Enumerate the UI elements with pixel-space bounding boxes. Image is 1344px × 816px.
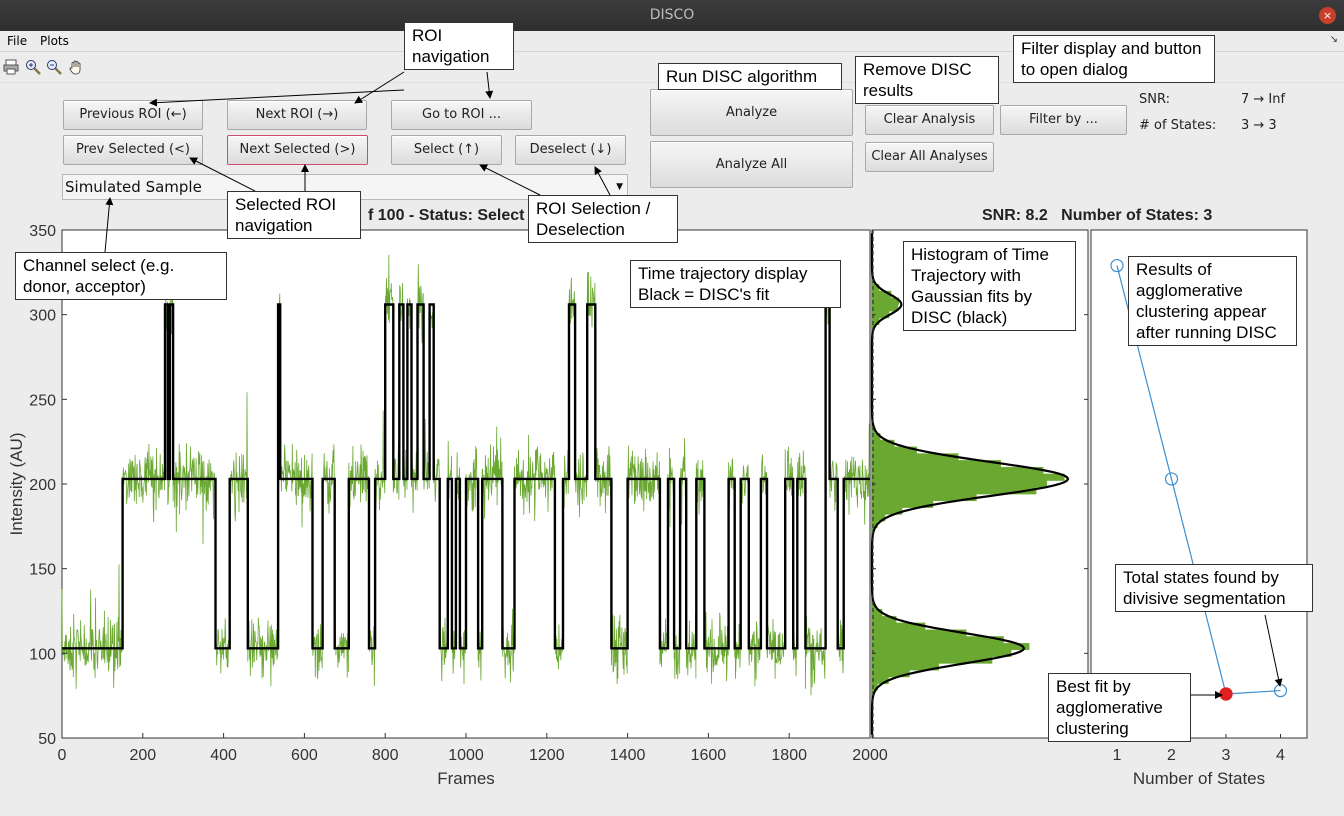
callout-histogram: Histogram of Time Trajectory with Gaussi… xyxy=(903,241,1076,331)
y-tick-label: 100 xyxy=(29,646,56,663)
histogram-bar xyxy=(871,649,1012,657)
callout-roi-navigation: ROI navigation xyxy=(404,22,514,70)
x-tick-label: 200 xyxy=(129,747,156,764)
callout-roi-selection: ROI Selection / Deselection xyxy=(528,195,678,243)
x-tick-label: 0 xyxy=(58,747,67,764)
histogram-bar xyxy=(871,473,1065,481)
x-tick-label: 1800 xyxy=(771,747,807,764)
x-tick-label: 1000 xyxy=(448,747,484,764)
states-x-tick-label: 2 xyxy=(1167,747,1176,764)
callout-best-fit: Best fit by agglomerative clustering xyxy=(1048,673,1191,742)
callout-divisive: Total states found by divisive segmentat… xyxy=(1115,564,1313,612)
states-x-tick-label: 1 xyxy=(1113,747,1122,764)
callout-arrow xyxy=(354,71,405,104)
histogram-bar xyxy=(871,480,1048,488)
states-x-tick-label: 4 xyxy=(1276,747,1285,764)
y-tick-label: 350 xyxy=(29,223,56,240)
histogram-bar xyxy=(871,304,899,312)
histogram-bar xyxy=(871,297,900,305)
callout-arrow xyxy=(594,166,611,196)
callout-arrow xyxy=(479,164,541,196)
callout-arrow xyxy=(485,71,494,99)
callout-channel-select: Channel select (e.g. donor, acceptor) xyxy=(15,252,227,300)
x-axis-label: Frames xyxy=(437,769,495,788)
callout-filter-display: Filter display and button to open dialog xyxy=(1013,35,1215,83)
y-tick-label: 50 xyxy=(38,731,56,748)
y-tick-label: 200 xyxy=(29,477,56,494)
x-tick-label: 1400 xyxy=(610,747,646,764)
x-tick-label: 1200 xyxy=(529,747,565,764)
x-tick-label: 2000 xyxy=(852,747,888,764)
histogram-bar xyxy=(871,643,1030,651)
callout-agglomerative: Results of agglomerative clustering appe… xyxy=(1128,256,1297,346)
x-tick-label: 1600 xyxy=(691,747,727,764)
histogram-bar xyxy=(871,466,1044,474)
x-tick-label: 400 xyxy=(210,747,237,764)
callout-remove-disc: Remove DISC results xyxy=(855,56,999,104)
y-tick-label: 300 xyxy=(29,308,56,325)
callout-arrow xyxy=(189,157,256,192)
callout-run-disc: Run DISC algorithm xyxy=(658,63,842,90)
states-x-tick-label: 3 xyxy=(1222,747,1231,764)
best-fit-marker xyxy=(1219,687,1233,701)
callout-selected-roi-navigation: Selected ROI navigation xyxy=(227,191,361,239)
states-x-axis-label: Number of States xyxy=(1133,769,1265,788)
callout-time-trajectory: Time trajectory display Black = DISC's f… xyxy=(630,260,841,308)
y-tick-label: 150 xyxy=(29,562,56,579)
y-axis-label: Intensity (AU) xyxy=(7,433,26,536)
x-tick-label: 800 xyxy=(372,747,399,764)
y-tick-label: 250 xyxy=(29,392,56,409)
x-tick-label: 600 xyxy=(291,747,318,764)
